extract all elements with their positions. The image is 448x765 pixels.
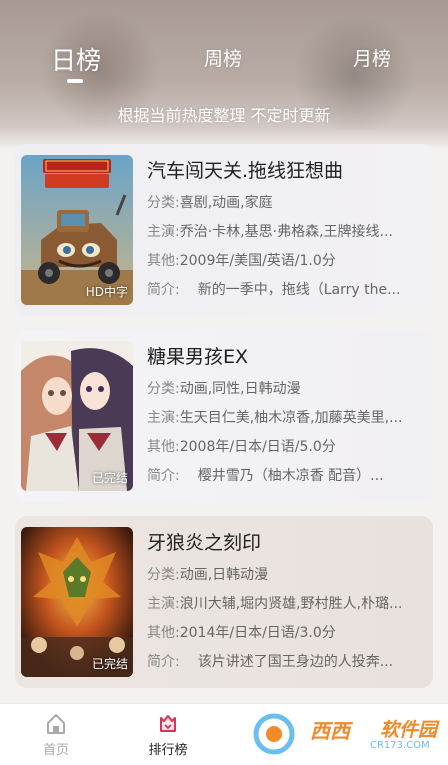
- item-title: 牙狼炎之刻印: [147, 532, 262, 554]
- active-tab-indicator: [67, 79, 83, 83]
- nav-home[interactable]: 首页: [16, 712, 96, 758]
- update-note: 根据当前热度整理 不定时更新: [117, 106, 331, 125]
- category-label: 分类:: [147, 195, 180, 211]
- nav-rank[interactable]: 排行榜: [128, 712, 208, 758]
- nav-rank-label: 排行榜: [148, 743, 188, 758]
- cast-value: 浪川大辅,堀内贤雄,野村胜人,朴璐...: [179, 596, 403, 612]
- item-title: 汽车闯天关.拖线狂想曲: [147, 160, 344, 182]
- rank-tabs: 日榜 周榜 月榜: [0, 44, 448, 84]
- other-label: 其他:: [147, 439, 180, 455]
- list-item[interactable]: HD中字 汽车闯天关.拖线狂想曲 分类:喜剧,动画,家庭 主演:乔治·卡林,基思…: [15, 144, 433, 316]
- intro-value: 该片讲述了国王身边的人投奔...: [197, 654, 394, 670]
- category-value: 动画,日韩动漫: [179, 567, 269, 583]
- trophy-icon: [160, 715, 176, 732]
- list-item[interactable]: 已完结 牙狼炎之刻印 分类:动画,日韩动漫 主演:浪川大辅,堀内贤雄,野村胜人,…: [15, 516, 433, 688]
- home-icon: [47, 714, 65, 734]
- intro-value: 樱井雪乃（柚木凉香 配音）...: [197, 468, 384, 484]
- intro-label: 简介:: [147, 654, 180, 670]
- poster-image: 已完结: [21, 527, 133, 677]
- watermark-logo: 西西 软件园 CR173.COM: [250, 712, 440, 757]
- watermark-brand-suffix: 软件园: [380, 719, 438, 741]
- category-label: 分类:: [147, 567, 180, 583]
- cast-label: 主演:: [147, 410, 180, 426]
- cast-value: 生天目仁美,柚木凉香,加藤英美里,...: [179, 410, 403, 426]
- other-label: 其他:: [147, 625, 180, 641]
- poster-badge: 已完结: [91, 657, 128, 671]
- item-title: 糖果男孩EX: [147, 346, 249, 368]
- watermark-icon: [253, 713, 295, 755]
- intro-label: 简介:: [147, 282, 180, 298]
- nav-home-label: 首页: [42, 743, 69, 758]
- cast-value: 乔治·卡林,基思·弗格森,王牌接线...: [179, 224, 393, 240]
- other-label: 其他:: [147, 253, 180, 269]
- poster-image: 已完结: [21, 341, 133, 491]
- intro-label: 简介:: [147, 468, 180, 484]
- cast-label: 主演:: [147, 596, 180, 612]
- tab-monthly[interactable]: 月榜: [353, 44, 391, 71]
- other-value: 2009年/美国/英语/1.0分: [179, 253, 336, 269]
- watermark-url: CR173.COM: [370, 740, 430, 751]
- tab-weekly[interactable]: 周榜: [204, 44, 242, 71]
- poster-image: HD中字: [21, 155, 133, 305]
- intro-value: 新的一季中，拖线（Larry the...: [197, 282, 401, 298]
- other-value: 2008年/日本/日语/5.0分: [179, 439, 336, 455]
- poster-badge: 已完结: [91, 471, 128, 485]
- category-value: 喜剧,动画,家庭: [179, 195, 273, 211]
- other-value: 2014年/日本/日语/3.0分: [179, 625, 336, 641]
- cast-label: 主演:: [147, 224, 180, 240]
- poster-badge: HD中字: [85, 285, 128, 299]
- category-label: 分类:: [147, 381, 180, 397]
- category-value: 动画,同性,日韩动漫: [179, 381, 301, 397]
- list-item[interactable]: 已完结 糖果男孩EX 分类:动画,同性,日韩动漫 主演:生天目仁美,柚木凉香,加…: [15, 330, 433, 502]
- watermark-brand: 西西: [310, 719, 350, 743]
- tab-daily[interactable]: 日榜: [51, 41, 101, 77]
